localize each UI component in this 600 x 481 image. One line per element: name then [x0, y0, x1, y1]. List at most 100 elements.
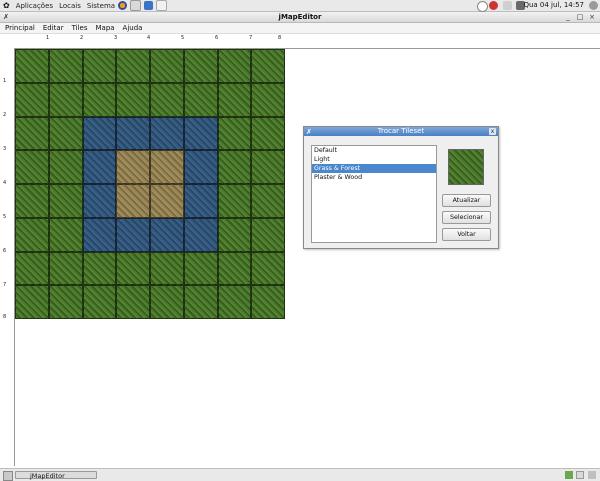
grass-tile[interactable] [48, 217, 83, 252]
grass-tile[interactable] [116, 285, 150, 319]
grass-tile[interactable] [82, 285, 117, 319]
grass-tile[interactable] [116, 82, 150, 117]
list-item[interactable]: Default [312, 146, 436, 155]
grass-tile[interactable] [217, 251, 252, 286]
clock[interactable]: Qua 04 jul, 14:57 [523, 1, 584, 9]
grass-tile[interactable] [251, 150, 285, 184]
water-tile[interactable] [82, 150, 117, 184]
list-item-selected[interactable]: Grass & Forest [312, 164, 436, 173]
notes-icon[interactable] [156, 0, 168, 11]
menu-sistema[interactable]: Sistema [87, 2, 115, 10]
water-tile[interactable] [82, 116, 117, 151]
water-tile[interactable] [150, 116, 184, 151]
power-icon[interactable] [589, 1, 598, 10]
water-tile[interactable] [116, 217, 150, 252]
water-tile[interactable] [150, 217, 184, 252]
trash-icon[interactable] [588, 471, 596, 479]
dirt-tile[interactable] [150, 184, 184, 218]
menu-editar[interactable]: Editar [43, 24, 64, 32]
grass-tile[interactable] [48, 82, 83, 117]
maximize-icon[interactable]: □ [576, 14, 584, 21]
close-icon[interactable]: × [588, 14, 596, 21]
network-icon[interactable] [477, 1, 488, 12]
grass-tile[interactable] [251, 217, 285, 252]
grass-tile[interactable] [15, 184, 49, 218]
grass-tile[interactable] [82, 49, 117, 83]
grass-tile[interactable] [15, 251, 49, 286]
update-icon[interactable] [489, 1, 498, 10]
grass-tile[interactable] [217, 116, 252, 151]
back-button[interactable]: Voltar [442, 228, 491, 241]
mail-icon[interactable] [130, 0, 142, 11]
window-title-bar[interactable]: ✗ jMapEditor _ □ × [0, 12, 600, 23]
grass-tile[interactable] [251, 82, 285, 117]
volume-icon[interactable] [503, 1, 512, 10]
list-item[interactable]: Plaster & Wood [312, 173, 436, 182]
grass-tile[interactable] [217, 82, 252, 117]
menu-principal[interactable]: Principal [5, 24, 35, 32]
tile-map-grid[interactable] [15, 49, 285, 319]
refresh-button[interactable]: Atualizar [442, 194, 491, 207]
water-tile[interactable] [183, 184, 218, 218]
grass-tile[interactable] [15, 49, 49, 83]
grass-tile[interactable] [116, 251, 150, 286]
select-button[interactable]: Selecionar [442, 211, 491, 224]
grass-tile[interactable] [183, 82, 218, 117]
grass-tile[interactable] [217, 150, 252, 184]
grass-tile[interactable] [251, 251, 285, 286]
water-tile[interactable] [183, 150, 218, 184]
grass-tile[interactable] [217, 184, 252, 218]
grass-tile[interactable] [15, 150, 49, 184]
grass-tile[interactable] [150, 251, 184, 286]
close-icon[interactable]: x [489, 128, 496, 135]
menu-tiles[interactable]: Tiles [72, 24, 88, 32]
menu-aplicacoes[interactable]: Aplicações [16, 2, 53, 10]
grass-tile[interactable] [48, 285, 83, 319]
grass-tile[interactable] [48, 150, 83, 184]
grass-tile[interactable] [48, 116, 83, 151]
grass-tile[interactable] [15, 285, 49, 319]
water-tile[interactable] [183, 217, 218, 252]
help-icon[interactable] [144, 1, 154, 10]
dirt-tile[interactable] [150, 150, 184, 184]
grass-tile[interactable] [217, 49, 252, 83]
dirt-tile[interactable] [116, 184, 150, 218]
taskbar-window-button[interactable]: jMapEditor [15, 471, 97, 480]
workspace-icon[interactable] [576, 471, 584, 479]
grass-tile[interactable] [150, 82, 184, 117]
grass-tile[interactable] [150, 49, 184, 83]
grass-tile[interactable] [15, 82, 49, 117]
grass-tile[interactable] [116, 49, 150, 83]
water-tile[interactable] [183, 116, 218, 151]
menu-mapa[interactable]: Mapa [95, 24, 114, 32]
map-canvas-area[interactable]: 1 2 3 4 5 6 7 8 1 2 3 4 5 6 7 8 [0, 34, 600, 466]
minimize-icon[interactable]: _ [564, 14, 572, 21]
grass-tile[interactable] [183, 251, 218, 286]
grass-tile[interactable] [48, 184, 83, 218]
water-tile[interactable] [82, 184, 117, 218]
grass-tile[interactable] [48, 49, 83, 83]
grass-tile[interactable] [48, 251, 83, 286]
workspace-icon[interactable] [565, 471, 573, 479]
grass-tile[interactable] [82, 251, 117, 286]
grass-tile[interactable] [217, 285, 252, 319]
menu-ajuda[interactable]: Ajuda [123, 24, 143, 32]
grass-tile[interactable] [251, 285, 285, 319]
grass-tile[interactable] [82, 82, 117, 117]
tileset-list[interactable]: Default Light Grass & Forest Plaster & W… [311, 145, 437, 243]
foot-icon[interactable]: ✿ [3, 1, 10, 10]
menu-locais[interactable]: Locais [59, 2, 81, 10]
grass-tile[interactable] [183, 285, 218, 319]
grass-tile[interactable] [251, 49, 285, 83]
grass-tile[interactable] [251, 184, 285, 218]
grass-tile[interactable] [15, 217, 49, 252]
dirt-tile[interactable] [116, 150, 150, 184]
grass-tile[interactable] [15, 116, 49, 151]
dialog-title-bar[interactable]: ✗ Trocar Tileset x [304, 127, 498, 136]
list-item[interactable]: Light [312, 155, 436, 164]
grass-tile[interactable] [217, 217, 252, 252]
grass-tile[interactable] [251, 116, 285, 151]
grass-tile[interactable] [183, 49, 218, 83]
water-tile[interactable] [82, 217, 117, 252]
grass-tile[interactable] [150, 285, 184, 319]
